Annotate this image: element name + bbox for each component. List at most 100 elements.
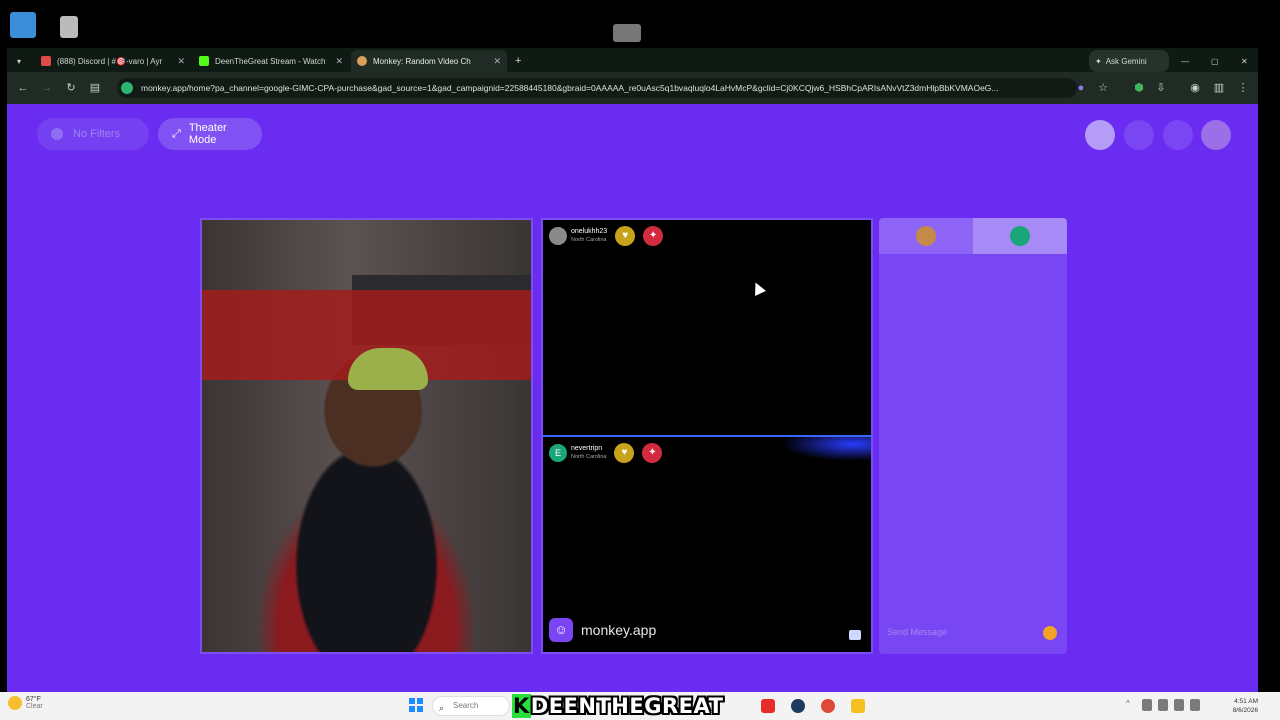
chat-tab-peer-2[interactable] xyxy=(973,218,1067,254)
peer-name: onelukhh23 xyxy=(571,228,608,235)
browser-tab-bar: ▾ (888) Discord | #🎯-varo | Ayr ✕ DeenTh… xyxy=(7,48,1258,72)
chat-tab-peer-1[interactable] xyxy=(879,218,973,254)
microphone-icon[interactable] xyxy=(1158,699,1168,711)
bookmark-star-icon[interactable]: ☆ xyxy=(1095,80,1111,96)
local-camera-video xyxy=(200,218,533,654)
chevron-down-icon: ▾ xyxy=(17,56,22,66)
monkey-app-page: No Filters ⤢ Theater Mode onelukhh23 Nor… xyxy=(7,104,1258,692)
theater-mode-button[interactable]: ⤢ Theater Mode xyxy=(158,118,262,150)
desktop-app-icon[interactable] xyxy=(613,24,641,42)
no-filters-label: No Filters xyxy=(73,128,121,140)
windows-start-icon[interactable] xyxy=(409,698,423,712)
taskbar-clock[interactable]: 4:51 AM 8/6/2026 xyxy=(1222,697,1258,715)
steam-icon[interactable] xyxy=(791,699,805,713)
wifi-icon[interactable] xyxy=(1190,699,1200,711)
new-tab-button[interactable]: + xyxy=(509,50,529,72)
split-view-icon[interactable]: ▤ xyxy=(87,80,103,96)
monkey-brand: ☺ monkey.app xyxy=(549,618,656,642)
tab-list-button[interactable]: ▾ xyxy=(11,50,31,72)
desktop-shortcut-icon[interactable] xyxy=(60,16,78,38)
sidebar-icon[interactable]: ▥ xyxy=(1211,80,1227,96)
tab-kick-stream[interactable]: DeenTheGreat Stream - Watch ✕ xyxy=(193,50,349,72)
peer-avatar xyxy=(916,226,936,246)
recycle-bin-icon[interactable] xyxy=(10,12,36,38)
peer-location: North Carolina xyxy=(571,237,607,243)
profile-icon[interactable]: ◉ xyxy=(1187,80,1203,96)
heart-icon[interactable]: ♥ xyxy=(615,226,636,246)
site-info-icon[interactable] xyxy=(121,82,133,94)
search-icon: ⌕ xyxy=(439,703,445,713)
tab-discord[interactable]: (888) Discord | #🎯-varo | Ayr ✕ xyxy=(35,50,191,72)
volume-icon[interactable] xyxy=(1174,699,1184,711)
extension-icon[interactable]: ● xyxy=(1073,80,1089,96)
send-message-input[interactable]: Send Message xyxy=(887,620,1059,644)
ask-gemini-label: Ask Gemini xyxy=(1105,56,1147,66)
back-icon[interactable]: ← xyxy=(15,80,31,96)
gift-icon[interactable]: ✦ xyxy=(642,443,663,463)
filter-icon xyxy=(51,128,63,140)
streamer-durag xyxy=(348,348,428,390)
desktop-area xyxy=(0,0,1280,48)
minimize-button[interactable]: — xyxy=(1175,50,1195,72)
ask-gemini-button[interactable]: ✦ Ask Gemini xyxy=(1089,50,1169,72)
brand-name: monkey.app xyxy=(581,622,657,638)
weather-temp: 67°F xyxy=(26,696,41,703)
remote-video-1: onelukhh23 North Carolina ♥ ✦ xyxy=(541,218,873,437)
discord-favicon-icon xyxy=(41,56,51,66)
kick-favicon-icon xyxy=(199,56,209,66)
close-icon[interactable]: ✕ xyxy=(493,56,501,67)
notifications-icon[interactable] xyxy=(1163,120,1193,150)
close-window-button[interactable]: ✕ xyxy=(1235,50,1255,72)
youtube-icon[interactable] xyxy=(761,699,775,713)
maximize-button[interactable]: ▢ xyxy=(1205,50,1225,72)
network-icon[interactable] xyxy=(1142,699,1152,711)
reload-icon[interactable]: ↻ xyxy=(63,80,79,96)
clock-date: 8/6/2026 xyxy=(1232,707,1258,714)
user-avatar[interactable] xyxy=(1201,120,1231,150)
tab-label: DeenTheGreat Stream - Watch xyxy=(215,56,326,66)
crown-icon[interactable] xyxy=(1085,120,1115,150)
no-filters-button[interactable]: No Filters xyxy=(37,118,149,150)
peer-avatar xyxy=(1010,226,1030,246)
chrome-icon[interactable] xyxy=(821,699,835,713)
peer-name: nevertripn xyxy=(571,445,603,452)
gift-icon[interactable]: ✦ xyxy=(643,226,664,246)
chat-tabs xyxy=(879,218,1067,254)
tab-monkey[interactable]: Monkey: Random Video Ch ✕ xyxy=(351,50,507,72)
history-icon[interactable] xyxy=(1124,120,1154,150)
tab-label: (888) Discord | #🎯-varo | Ayr xyxy=(57,56,163,66)
peer-info: E nevertripn North Carolina ♥ ✦ xyxy=(549,443,663,463)
tab-label: Monkey: Random Video Ch xyxy=(373,56,471,66)
heart-icon[interactable]: ♥ xyxy=(614,443,635,463)
peer-location: North Carolina xyxy=(571,454,607,460)
taskbar-search[interactable]: ⌕ Search xyxy=(432,696,510,716)
remote-video-2: E nevertripn North Carolina ♥ ✦ ☺ monkey… xyxy=(541,435,873,654)
clock-time: 4:51 AM xyxy=(1234,698,1258,705)
streamer-name-overlay: KDEENTHEGREAT xyxy=(512,694,723,718)
emoji-icon[interactable] xyxy=(1043,626,1057,640)
close-icon[interactable]: ✕ xyxy=(335,56,343,67)
chat-panel: Send Message xyxy=(879,218,1067,654)
peer-info: onelukhh23 North Carolina ♥ ✦ xyxy=(549,226,664,246)
search-placeholder: Search xyxy=(453,701,479,710)
file-explorer-icon[interactable] xyxy=(851,699,865,713)
overlay-logo-letter: K xyxy=(512,694,531,718)
sparkle-icon: ✦ xyxy=(1095,56,1102,66)
peer-avatar[interactable] xyxy=(549,227,567,245)
close-icon[interactable]: ✕ xyxy=(177,56,185,67)
weather-widget[interactable]: 67°F Clear xyxy=(8,696,43,710)
address-bar[interactable]: monkey.app/home?pa_channel=google-GIMC-C… xyxy=(117,78,1077,98)
overlay-name: DEENTHEGREAT xyxy=(530,694,724,718)
menu-kebab-icon[interactable]: ⋮ xyxy=(1235,80,1251,96)
monkey-favicon-icon xyxy=(357,56,367,66)
forward-icon[interactable]: → xyxy=(39,80,55,96)
theater-mode-label: Theater Mode xyxy=(188,122,227,146)
downloads-icon[interactable]: ⇩ xyxy=(1153,80,1169,96)
caption-icon[interactable] xyxy=(849,630,861,640)
system-tray: ^ xyxy=(1126,699,1200,711)
moon-icon xyxy=(8,696,22,710)
video-glow xyxy=(781,437,871,461)
chevron-up-icon[interactable]: ^ xyxy=(1126,699,1136,711)
extensions-puzzle-icon[interactable]: ⬢ xyxy=(1131,80,1147,96)
peer-avatar[interactable]: E xyxy=(549,444,567,462)
